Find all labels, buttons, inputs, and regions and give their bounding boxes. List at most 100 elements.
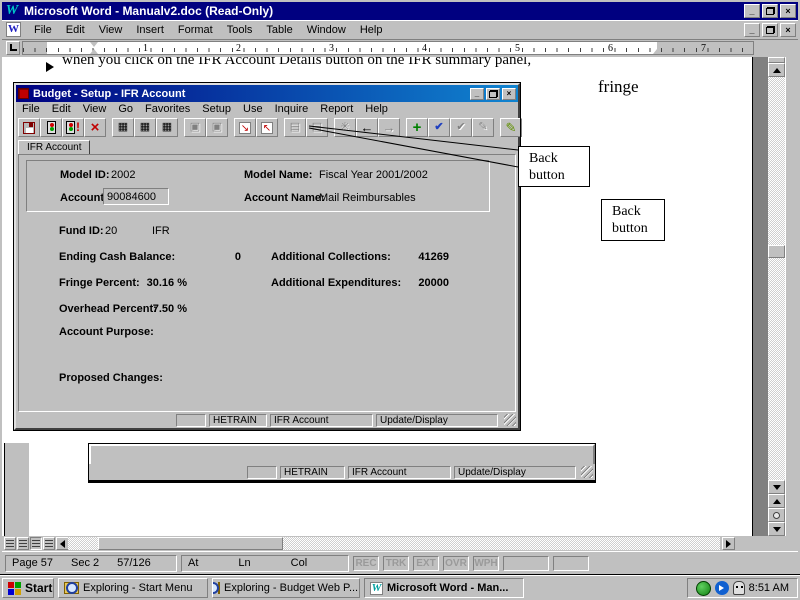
budget-menu-view[interactable]: View bbox=[77, 103, 113, 115]
budget-close-button[interactable]: × bbox=[502, 88, 516, 100]
menu-insert[interactable]: Insert bbox=[129, 22, 171, 38]
document-text: when you click on the IFR Account Detail… bbox=[62, 57, 752, 69]
messenger-tray-icon[interactable] bbox=[715, 581, 729, 595]
doc-restore-button[interactable] bbox=[762, 23, 778, 37]
budget-menu-setup[interactable]: Setup bbox=[196, 103, 237, 115]
save-button[interactable] bbox=[18, 118, 40, 137]
ovr-indicator[interactable]: OVR bbox=[443, 556, 469, 571]
volume-tray-icon[interactable] bbox=[733, 581, 745, 595]
horizontal-ruler[interactable]: 1 2 3 4 5 6 7 bbox=[22, 41, 754, 55]
next-in-list-button[interactable]: ↘ bbox=[234, 118, 256, 137]
hscroll-thumb[interactable] bbox=[98, 537, 283, 550]
budget-menu-help[interactable]: Help bbox=[359, 103, 394, 115]
arrow-up-left-icon: ↖ bbox=[261, 122, 273, 134]
process-now-button[interactable]: ! bbox=[62, 118, 84, 137]
scroll-up-button[interactable] bbox=[768, 63, 785, 77]
wph-indicator[interactable]: WPH bbox=[473, 556, 499, 571]
page-layout-icon bbox=[32, 540, 40, 547]
delete-button[interactable]: × bbox=[84, 118, 106, 137]
sign-button[interactable]: ✎ bbox=[500, 118, 522, 137]
budget-dialog: Budget - Setup - IFR Account _ × File Ed… bbox=[14, 83, 520, 430]
scroll-right-button[interactable] bbox=[722, 537, 735, 550]
budget-menu-file[interactable]: File bbox=[16, 103, 46, 115]
right-indent-marker[interactable] bbox=[653, 49, 661, 54]
taskbar-item-word-active[interactable]: W Microsoft Word - Man... bbox=[364, 578, 524, 598]
restore-icon bbox=[766, 7, 775, 15]
add-button[interactable]: + bbox=[406, 118, 428, 137]
budget-minimize-button[interactable]: _ bbox=[470, 88, 484, 100]
menu-view[interactable]: View bbox=[92, 22, 130, 38]
scroll-thumb[interactable] bbox=[768, 245, 785, 258]
budget-menu-inquire[interactable]: Inquire bbox=[269, 103, 315, 115]
menu-tools[interactable]: Tools bbox=[220, 22, 260, 38]
page-layout-view-button[interactable] bbox=[30, 537, 42, 550]
start-button[interactable]: Start bbox=[2, 578, 54, 598]
word-task-icon: W bbox=[370, 582, 383, 595]
menu-file[interactable]: File bbox=[27, 22, 59, 38]
document-icon[interactable]: W bbox=[6, 22, 21, 37]
process-button[interactable] bbox=[40, 118, 62, 137]
column-label: Col bbox=[291, 557, 308, 569]
restore-button[interactable] bbox=[762, 4, 778, 18]
hscroll-track[interactable] bbox=[68, 537, 720, 550]
correct-history-button[interactable]: ✔ bbox=[450, 118, 472, 137]
budget-menubar: File Edit View Go Favorites Setup Use In… bbox=[16, 102, 518, 116]
budget-maximize-button[interactable] bbox=[486, 88, 500, 100]
callout-text: Back button bbox=[529, 150, 575, 184]
minimize-button[interactable]: _ bbox=[744, 4, 760, 18]
taskbar-item-exploring-start-menu[interactable]: Exploring - Start Menu bbox=[58, 578, 208, 598]
tab-alignment-button[interactable] bbox=[6, 41, 20, 55]
budget-menu-edit[interactable]: Edit bbox=[46, 103, 77, 115]
browse-object-button[interactable] bbox=[768, 508, 785, 522]
menu-table[interactable]: Table bbox=[259, 22, 299, 38]
update-button[interactable]: ✔ bbox=[428, 118, 450, 137]
budget-menu-go[interactable]: Go bbox=[112, 103, 139, 115]
doc-minimize-button[interactable]: _ bbox=[744, 23, 760, 37]
menu-window[interactable]: Window bbox=[300, 22, 353, 38]
add-expenditures-value: 20000 bbox=[399, 277, 449, 289]
previous-page-button[interactable] bbox=[768, 494, 785, 508]
next-panel-button[interactable]: ▣ bbox=[206, 118, 228, 137]
forward-button[interactable]: → bbox=[378, 118, 400, 137]
prev-panel-button[interactable]: ▣ bbox=[184, 118, 206, 137]
normal-view-button[interactable] bbox=[4, 537, 16, 550]
scroll-track[interactable] bbox=[768, 77, 785, 480]
account-name-label: Account Name: bbox=[244, 192, 325, 204]
grid-view-button[interactable]: ▦ bbox=[156, 118, 178, 137]
menu-edit[interactable]: Edit bbox=[59, 22, 92, 38]
extra-status-panel bbox=[553, 556, 589, 571]
close-button[interactable]: × bbox=[780, 4, 796, 18]
explorer-icon bbox=[64, 582, 79, 594]
insert-row-button[interactable]: ▦ bbox=[112, 118, 134, 137]
account-input[interactable] bbox=[103, 188, 169, 205]
vertical-scrollbar[interactable] bbox=[768, 57, 785, 536]
tab-ifr-account[interactable]: IFR Account bbox=[18, 140, 90, 154]
ext-indicator[interactable]: EXT bbox=[413, 556, 439, 571]
online-layout-view-button[interactable] bbox=[17, 537, 29, 550]
budget-menu-report[interactable]: Report bbox=[314, 103, 359, 115]
scroll-down-button[interactable] bbox=[768, 480, 785, 494]
next-page-button[interactable] bbox=[768, 522, 785, 536]
copy-row-button[interactable]: ▦ bbox=[134, 118, 156, 137]
task-label: Microsoft Word - Man... bbox=[387, 582, 508, 594]
resize-grip-icon[interactable] bbox=[504, 414, 516, 426]
doc-close-button[interactable]: × bbox=[780, 23, 796, 37]
outline-view-button[interactable] bbox=[43, 537, 55, 550]
menu-help[interactable]: Help bbox=[353, 22, 390, 38]
rec-indicator[interactable]: REC bbox=[353, 556, 379, 571]
taskbar-item-exploring-budget-web[interactable]: Exploring - Budget Web P... bbox=[212, 578, 360, 598]
hanging-indent-marker[interactable] bbox=[90, 49, 98, 54]
settings-button[interactable]: ✳ bbox=[334, 118, 356, 137]
first-line-indent-marker[interactable] bbox=[90, 42, 98, 47]
back-button[interactable]: ← bbox=[356, 118, 378, 137]
budget-menu-favorites[interactable]: Favorites bbox=[139, 103, 196, 115]
edit-button[interactable]: ✎ bbox=[472, 118, 494, 137]
network-tray-icon[interactable] bbox=[696, 581, 711, 596]
resize-grip-icon[interactable] bbox=[581, 466, 593, 478]
prev-doc-button[interactable]: ▤ bbox=[284, 118, 306, 137]
trk-indicator[interactable]: TRK bbox=[383, 556, 409, 571]
next-doc-button[interactable]: ▤ bbox=[306, 118, 328, 137]
budget-menu-use[interactable]: Use bbox=[237, 103, 269, 115]
menu-format[interactable]: Format bbox=[171, 22, 220, 38]
prev-in-list-button[interactable]: ↖ bbox=[256, 118, 278, 137]
